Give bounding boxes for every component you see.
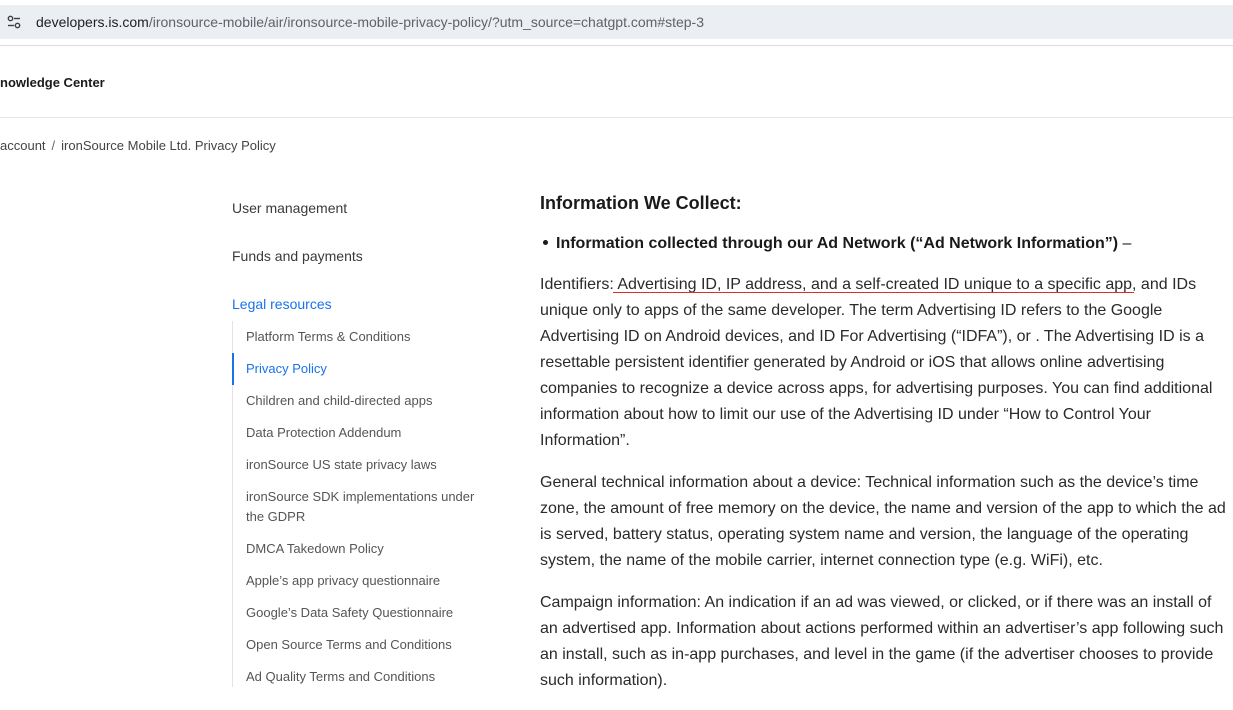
sidebar-subitem-platform-terms[interactable]: Platform Terms & Conditions xyxy=(233,327,503,347)
paragraph-campaign-info: Campaign information: An indication if a… xyxy=(540,594,1224,689)
sidebar-subitem-data-protection[interactable]: Data Protection Addendum xyxy=(233,423,503,443)
site-settings-icon[interactable] xyxy=(6,14,22,30)
url-text[interactable]: developers.is.com/ironsource-mobile/air/… xyxy=(36,14,704,30)
sidebar-subitem-ad-quality-terms[interactable]: Ad Quality Terms and Conditions xyxy=(233,667,503,687)
paragraph-identifiers: Identifiers: Advertising ID, IP address,… xyxy=(540,272,1230,454)
sidebar-item-legal-resources[interactable]: Legal resources xyxy=(232,296,332,312)
identifiers-highlight: Advertising ID, IP address, and a self-c… xyxy=(617,276,1133,293)
sidebar-subitem-us-state-privacy[interactable]: ironSource US state privacy laws xyxy=(233,455,503,475)
bullet-dot xyxy=(543,239,548,245)
paragraph-technical-info: General technical information about a de… xyxy=(540,474,1226,569)
sidebar-subitem-google-data-safety[interactable]: Google’s Data Safety Questionnaire xyxy=(233,603,503,623)
sidebar-subitem-apple-questionnaire[interactable]: Apple’s app privacy questionnaire xyxy=(233,571,503,591)
address-bar[interactable]: developers.is.com/ironsource-mobile/air/… xyxy=(0,5,1233,39)
breadcrumb: account / ironSource Mobile Ltd. Privacy P… xyxy=(0,138,276,153)
toolbar-divider xyxy=(0,45,1233,46)
bullet-text: Information collected through our Ad Net… xyxy=(556,235,1119,252)
sidebar-item-user-management[interactable]: User management xyxy=(232,200,347,216)
breadcrumb-item-current: ironSource Mobile Ltd. Privacy Policy xyxy=(61,138,276,153)
sidebar-subitem-dmca[interactable]: DMCA Takedown Policy xyxy=(233,539,503,559)
sidebar-subitem-open-source-terms[interactable]: Open Source Terms and Conditions xyxy=(233,635,503,655)
sidebar-subitem-privacy-policy[interactable]: Privacy Policy xyxy=(232,353,503,385)
bullet-dash: – xyxy=(1122,235,1132,252)
header-divider xyxy=(0,117,1233,118)
legal-resources-list: Platform Terms & Conditions Privacy Poli… xyxy=(232,321,503,687)
sidebar-subitem-sdk-gdpr[interactable]: ironSource SDK implementations under the… xyxy=(233,487,491,527)
url-path: /ironsource-mobile/air/ironsource-mobile… xyxy=(148,14,705,30)
bullet-ad-network-info: Information collected through our Ad Net… xyxy=(540,235,1131,253)
sidebar-subitem-children-apps[interactable]: Children and child-directed apps xyxy=(233,391,503,411)
section-heading: Information We Collect: xyxy=(540,193,742,213)
breadcrumb-item-account[interactable]: account xyxy=(0,138,46,153)
breadcrumb-separator: / xyxy=(51,138,56,153)
identifiers-rest: , and IDs unique only to apps of the sam… xyxy=(540,276,1213,449)
sidebar-item-funds-payments[interactable]: Funds and payments xyxy=(232,248,363,264)
identifiers-prefix: Identifiers: xyxy=(540,276,618,293)
browser-toolbar: developers.is.com/ironsource-mobile/air/… xyxy=(0,0,1233,46)
url-host: developers.is.com xyxy=(36,14,149,30)
site-title[interactable]: nowledge Center xyxy=(0,75,105,90)
